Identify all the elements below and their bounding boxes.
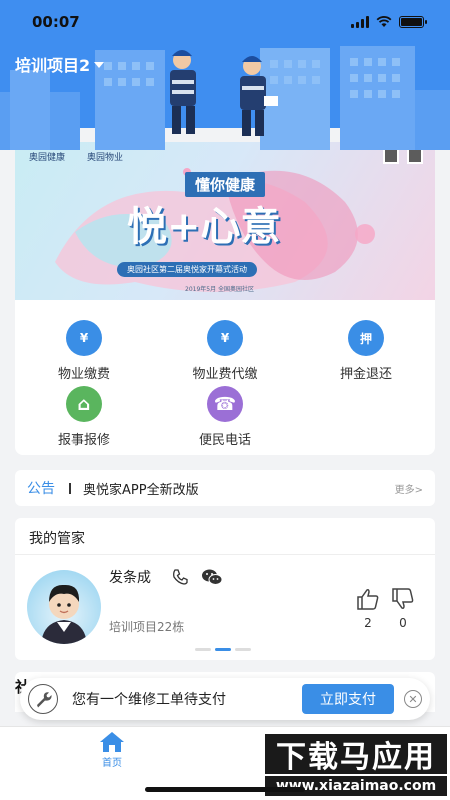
watermark-title: 下载马应用 [265,734,447,775]
steward-card: 我的管家 发条成 培训项目22栋 2 0 [15,518,435,660]
phone-icon[interactable] [171,568,189,586]
battery-icon [399,16,427,28]
home-indicator [145,787,305,792]
carousel-indicator [195,648,251,651]
announcement-text: 奥悦家APP全新改版 [83,482,199,498]
banner-date: 2019年5月 全国奥园社区 [185,286,254,293]
announcement-tag: 公告 [27,481,55,497]
thumbs-down-icon [392,588,414,609]
wrench-icon [28,684,58,714]
pay-now-button[interactable]: 立即支付 [302,684,394,714]
dislike-button[interactable]: 0 [390,588,416,630]
cellular-signal-icon [351,16,369,28]
status-bar: 00:07 [0,0,450,44]
city-skyline-illustration [0,46,450,150]
carousel-dot [235,648,251,651]
deposit-icon: 押 [348,320,384,356]
more-link[interactable]: 更多> [395,481,423,496]
like-button[interactable]: 2 [355,588,381,630]
chevron-down-icon [94,62,105,68]
dislike-count: 0 [399,616,407,630]
service-label: 报事报修 [57,433,110,448]
banner-slogan: 悦+心意 [127,203,281,250]
service-grid: ¥ 物业缴费 ¥ 物业费代缴 押 押金退还 ⌂ 报事报修 ☎ 便民电话 [15,300,435,455]
pending-payment-text: 您有一个维修工单待支付 [72,692,226,708]
announcement-bar[interactable]: 公告 奥悦家APP全新改版 更多> [15,470,435,506]
service-label: 物业缴费 [57,367,110,382]
header: 00:07 培训项目2 [0,0,450,150]
status-time: 00:07 [32,13,80,31]
divider [15,554,435,555]
service-label: 便民电话 [198,433,251,448]
status-icons [351,16,427,28]
close-icon[interactable]: ✕ [404,690,422,708]
service-property-payment[interactable]: ¥ 物业缴费 [29,320,139,382]
telephone-icon: ☎ [207,386,243,422]
tab-home-label: 首页 [102,758,122,769]
service-deposit-refund[interactable]: 押 押金退还 [311,320,421,382]
avatar[interactable] [27,570,101,644]
banner-subtitle: 奥园社区第二届奥悦家开幕式活动 [117,262,257,277]
like-count: 2 [364,616,372,630]
banner-logo-right: 奥园物业 [87,153,124,163]
project-name: 培训项目2 [15,56,91,75]
carousel-dot [195,648,211,651]
service-convenience-phone[interactable]: ☎ 便民电话 [170,386,280,448]
watermark-url: www.xiazaimao.com [265,776,447,796]
steward-name: 发条成 [109,570,151,586]
service-label: 物业费代缴 [192,367,258,382]
steward-area: 培训项目22栋 [109,620,185,634]
home-icon [100,732,124,752]
thumbs-up-icon [357,589,379,610]
wifi-icon [376,16,392,27]
banner-logo-left: 奥园健康 [29,153,66,163]
steward-portrait [41,584,87,644]
project-selector[interactable]: 培训项目2 [15,52,105,76]
yen-icon: ¥ [207,320,243,356]
house-repair-icon: ⌂ [66,386,102,422]
service-report-repair[interactable]: ⌂ 报事报修 [29,386,139,448]
service-proxy-payment[interactable]: ¥ 物业费代缴 [170,320,280,382]
tab-home[interactable]: 首页 [92,731,132,769]
section-title: 我的管家 [29,531,85,547]
pending-payment-bar: 您有一个维修工单待支付 立即支付 ✕ [20,678,430,720]
promo-banner[interactable]: 奥园健康 奥园物业 懂你健康 悦+心意 奥园社区第二届奥悦家开幕式活动 2019… [15,142,435,300]
divider [69,482,71,494]
yen-icon: ¥ [66,320,102,356]
carousel-dot-active [215,648,231,651]
wechat-icon[interactable] [201,568,223,586]
service-label: 押金退还 [339,367,392,382]
